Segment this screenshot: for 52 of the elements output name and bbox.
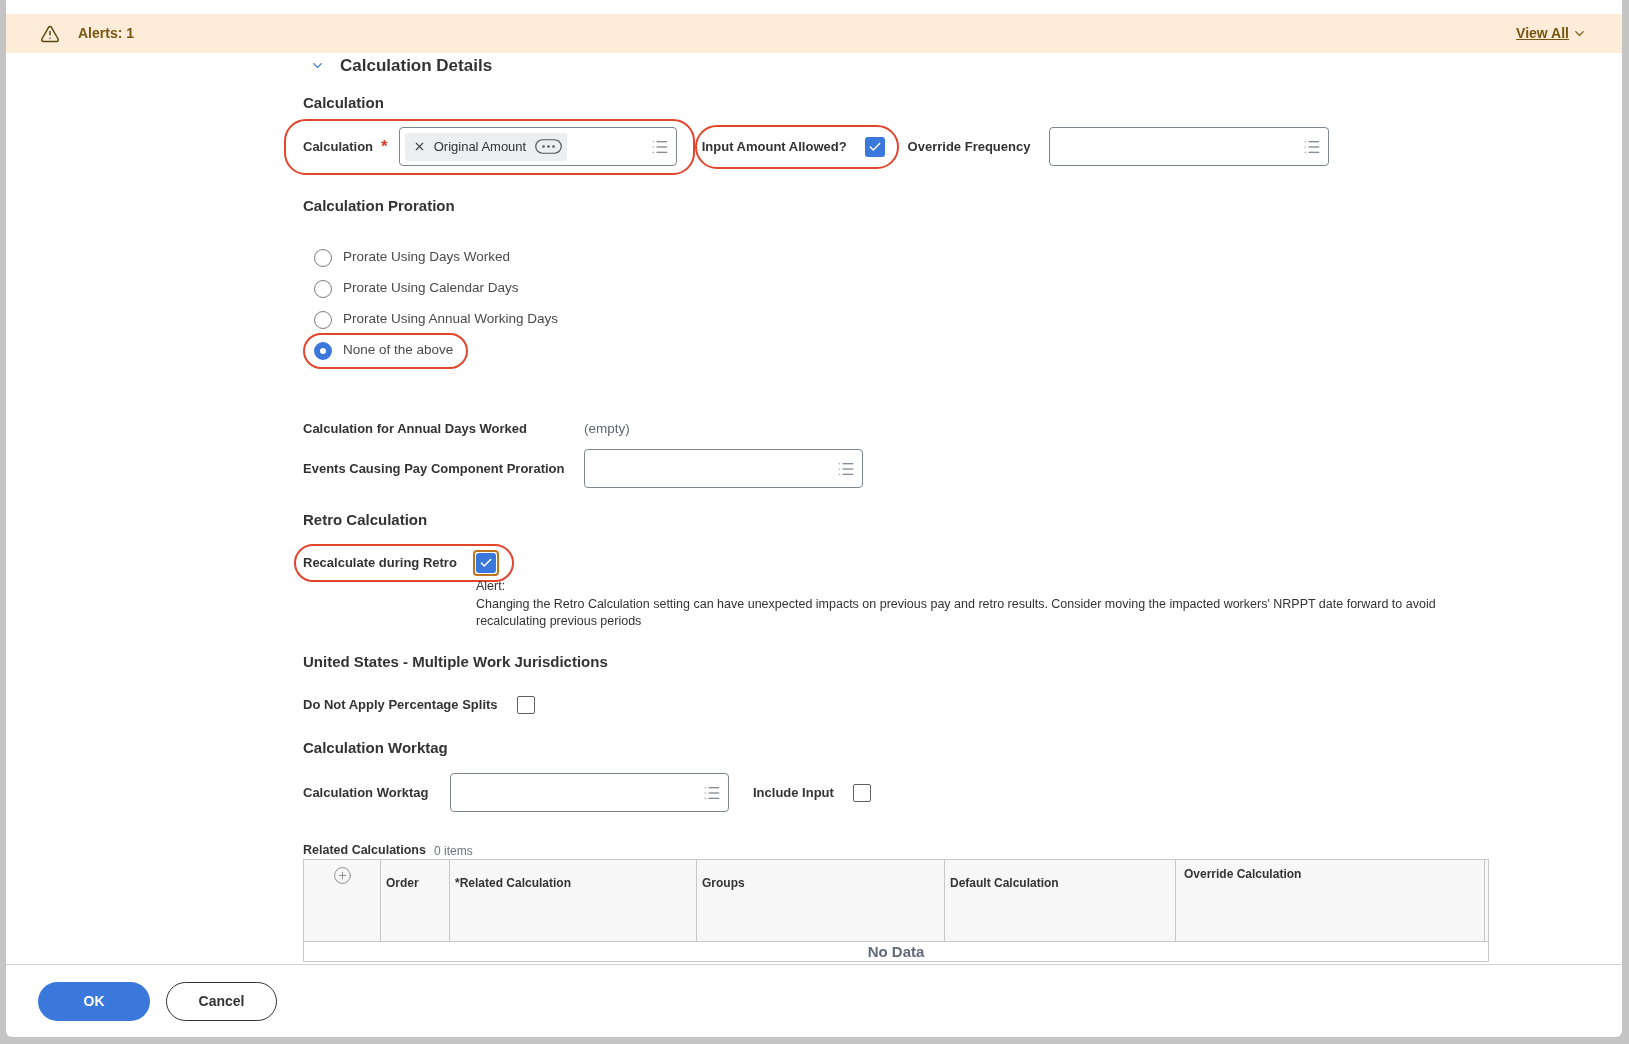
field-label: Input Amount Allowed? xyxy=(701,137,847,156)
required-asterisk: * xyxy=(381,135,388,158)
checkbox[interactable] xyxy=(852,783,871,802)
calculation-input[interactable]: Original Amount xyxy=(398,127,677,166)
pill-label: Original Amount xyxy=(433,137,527,156)
option-label: Prorate Using Annual Working Days xyxy=(343,310,559,329)
section-heading: Retro Calculation xyxy=(303,510,428,530)
section-heading: Calculation xyxy=(303,93,384,113)
ok-button[interactable]: OK xyxy=(38,981,150,1021)
column-header: Order xyxy=(380,860,449,941)
option-label: Prorate Using Calendar Days xyxy=(343,279,519,298)
checkbox[interactable] xyxy=(472,550,499,576)
worktag-input[interactable] xyxy=(450,773,729,812)
field-label: Events Causing Pay Component Proration xyxy=(303,459,565,478)
alerts-count: Alerts: 1 xyxy=(78,24,135,43)
radio-button[interactable] xyxy=(314,248,332,267)
more-options-icon[interactable] xyxy=(535,139,563,154)
radio-button[interactable] xyxy=(314,279,332,298)
empty-table-message: No Data xyxy=(867,942,925,961)
field-label: Calculation xyxy=(303,137,374,156)
column-header: *Related Calculation xyxy=(449,860,696,941)
add-row-icon[interactable] xyxy=(332,866,352,885)
section-heading: Calculation Proration xyxy=(303,196,455,216)
column-header: Groups xyxy=(696,860,944,941)
field-label: Do Not Apply Percentage Splits xyxy=(303,696,498,715)
option-label: None of the above xyxy=(343,341,454,360)
checkbox[interactable] xyxy=(864,136,885,157)
radio-button[interactable] xyxy=(314,341,332,360)
check-icon xyxy=(478,556,493,570)
field-label: Calculation Worktag xyxy=(303,783,429,802)
field-label: Override Frequency xyxy=(907,137,1031,156)
column-header: Override Calculation xyxy=(1175,860,1484,941)
view-all-link[interactable]: View All xyxy=(1516,23,1587,44)
table-title: Related Calculations xyxy=(303,842,426,860)
item-count: 0 items xyxy=(433,842,473,860)
override-frequency-input[interactable] xyxy=(1049,127,1330,166)
checkbox[interactable] xyxy=(516,696,535,714)
alert-title: Alert: xyxy=(476,578,506,594)
column-header: Default Calculation xyxy=(944,860,1175,941)
field-label: Include Input xyxy=(753,783,834,802)
cancel-button[interactable]: Cancel xyxy=(166,981,277,1021)
option-label: Prorate Using Days Worked xyxy=(343,248,511,267)
field-label: Calculation for Annual Days Worked xyxy=(303,420,527,439)
section-title: Calculation Details xyxy=(340,54,493,77)
alert-message: Changing the Retro Calculation setting can have unexpected impacts on previous pay and retro results. Consider moving the impacted workers' NRPPT date forward to avoid recalculating previous periods xyxy=(476,596,1437,630)
section-heading: United States - Multiple Work Jurisdictions xyxy=(303,652,608,672)
section-heading: Calculation Worktag xyxy=(303,738,448,758)
events-input[interactable] xyxy=(584,449,863,488)
field-label: Recalculate during Retro xyxy=(303,554,457,573)
radio-button[interactable] xyxy=(314,310,332,329)
warning-icon xyxy=(40,23,60,44)
field-value: (empty) xyxy=(584,419,630,438)
